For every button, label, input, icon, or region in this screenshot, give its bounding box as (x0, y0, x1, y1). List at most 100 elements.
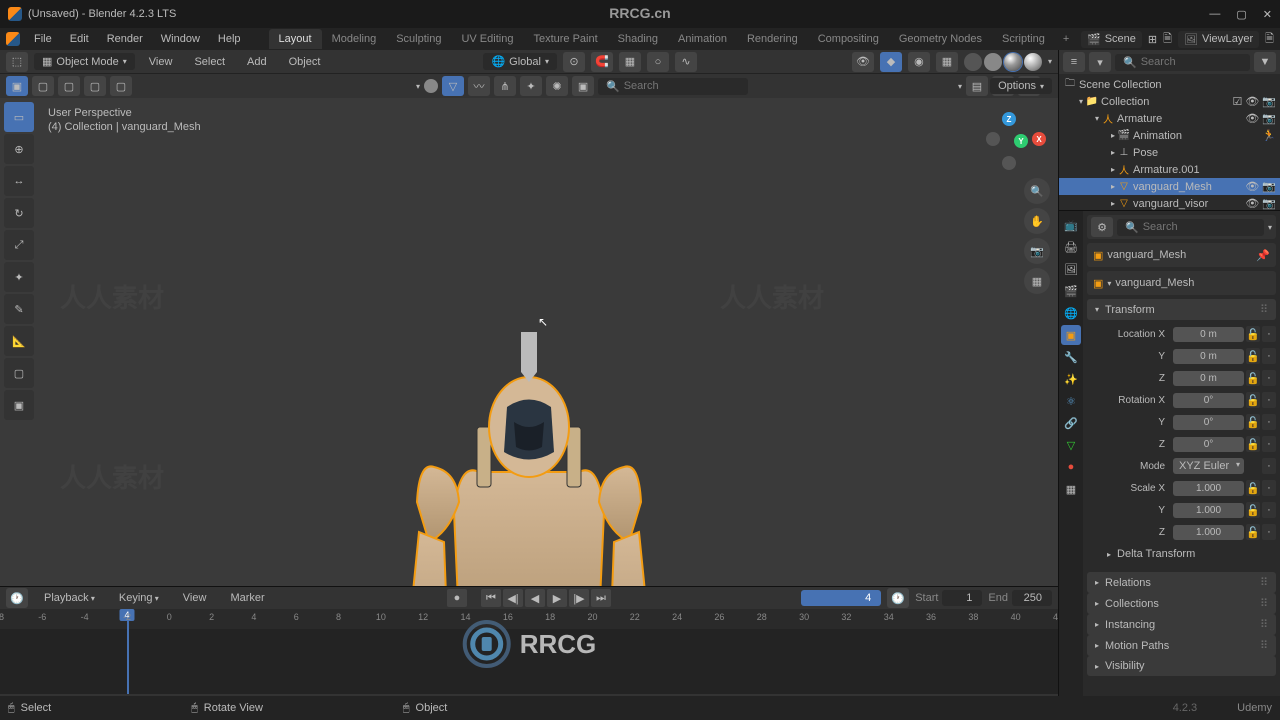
scale-x-field[interactable]: 1.000 (1173, 481, 1244, 496)
gizmo-y-axis[interactable]: Y (1014, 134, 1028, 148)
tool-scale[interactable]: ⤢ (4, 230, 34, 260)
lock-icon[interactable]: 🔓 (1246, 326, 1260, 342)
prop-tab-material[interactable]: ● (1061, 457, 1081, 477)
location-z-field[interactable]: 0 m (1173, 371, 1244, 386)
tree-collection[interactable]: ▾📁Collection☑👁📷 (1059, 93, 1280, 110)
autokey-icon[interactable]: ● (447, 589, 467, 607)
tree-pose[interactable]: ▸⊥Pose (1059, 144, 1280, 161)
overlay-toggle-icon[interactable]: ◉ (908, 52, 930, 72)
tool-add-cube[interactable]: ▢ (4, 358, 34, 388)
camera-view-icon[interactable]: 📷 (1024, 238, 1050, 264)
tree-armature[interactable]: ▾人Armature👁📷 (1059, 110, 1280, 127)
timeline-view[interactable]: View (175, 589, 215, 607)
jump-start-icon[interactable]: ⏮ (481, 589, 501, 607)
tab-texture-paint[interactable]: Texture Paint (523, 29, 607, 49)
prop-tab-scene[interactable]: 🎬 (1061, 281, 1081, 301)
prop-editor-icon[interactable]: ⚙ (1091, 217, 1113, 237)
tool-cursor[interactable]: ⊕ (4, 134, 34, 164)
tool-annotate[interactable]: ✎ (4, 294, 34, 324)
tree-vanguard-visor[interactable]: ▸▽vanguard_visor👁📷 (1059, 195, 1280, 210)
pan-icon[interactable]: ✋ (1024, 208, 1050, 234)
current-frame-field[interactable]: 4 (801, 590, 881, 606)
rendered-shading-icon[interactable] (1024, 53, 1042, 71)
eye-icon[interactable]: 👁 (1245, 95, 1259, 108)
play-reverse-icon[interactable]: ◀ (525, 589, 545, 607)
snap-icon[interactable]: 🧲 (591, 52, 613, 72)
viewport-menu-view[interactable]: View (141, 53, 181, 71)
section-delta-transform[interactable]: ▸Delta Transform (1087, 544, 1276, 564)
menu-edit[interactable]: Edit (62, 30, 97, 48)
snap-mode-icon[interactable]: ▦ (619, 52, 641, 72)
render-icon[interactable]: 📷 (1262, 197, 1276, 210)
section-transform[interactable]: ▾Transform⠿ (1087, 299, 1276, 320)
solid-shading-icon[interactable] (984, 53, 1002, 71)
prop-tab-physics[interactable]: ⚛ (1061, 391, 1081, 411)
rotation-y-field[interactable]: 0° (1173, 415, 1244, 430)
tab-scripting[interactable]: Scripting (992, 29, 1055, 49)
selbox-2-icon[interactable]: ▢ (32, 76, 54, 96)
tool-measure[interactable]: 📐 (4, 326, 34, 356)
filter-light-icon[interactable]: ✺ (546, 76, 568, 96)
section-collections[interactable]: ▸Collections⠿ (1087, 593, 1276, 614)
menu-file[interactable]: File (26, 30, 60, 48)
tree-scene-collection[interactable]: 🗀Scene Collection (1059, 76, 1280, 93)
3d-viewport[interactable]: User Perspective (4) Collection | vangua… (0, 98, 1058, 586)
viewport-menu-select[interactable]: Select (186, 53, 233, 71)
location-y-field[interactable]: 0 m (1173, 349, 1244, 364)
orientation-selector[interactable]: 🌐Global▾ (483, 53, 557, 70)
tab-geometry-nodes[interactable]: Geometry Nodes (889, 29, 992, 49)
zoom-icon[interactable]: 🔍 (1024, 178, 1050, 204)
viewport-menu-object[interactable]: Object (281, 53, 329, 71)
outliner-search[interactable]: 🔍 (1115, 54, 1250, 71)
filter-armature-icon[interactable]: ⋔ (494, 76, 516, 96)
eye-icon[interactable]: 👁 (1245, 180, 1259, 193)
filter-empty-icon[interactable]: ✦ (520, 76, 542, 96)
new-scene-icon[interactable]: 🗎 (1163, 30, 1172, 49)
tab-animation[interactable]: Animation (668, 29, 737, 49)
pivot-icon[interactable]: ⊙ (563, 52, 585, 72)
tab-compositing[interactable]: Compositing (808, 29, 889, 49)
scale-y-field[interactable]: 1.000 (1173, 503, 1244, 518)
gizmo-neg-x[interactable] (986, 132, 1000, 146)
tree-armature001[interactable]: ▸人Armature.001 (1059, 161, 1280, 178)
tree-animation[interactable]: ▸🎬Animation🏃 (1059, 127, 1280, 144)
perspective-icon[interactable]: ▦ (1024, 268, 1050, 294)
maximize-button[interactable]: ▢ (1236, 8, 1246, 21)
tab-rendering[interactable]: Rendering (737, 29, 808, 49)
section-relations[interactable]: ▸Relations⠿ (1087, 572, 1276, 593)
character-mesh[interactable] (359, 332, 699, 586)
viewport-menu-add[interactable]: Add (239, 53, 275, 71)
collection-checkbox-icon[interactable]: ☑ (1232, 95, 1242, 108)
selbox-5-icon[interactable]: ▢ (110, 76, 132, 96)
prop-tab-viewlayer[interactable]: 🖼 (1061, 259, 1081, 279)
proportional-icon[interactable]: ○ (647, 52, 669, 72)
gizmo-neg-z[interactable] (1002, 156, 1016, 170)
selbox-1-icon[interactable]: ▣ (6, 76, 28, 96)
filter-mesh-icon[interactable]: ▽ (442, 76, 464, 96)
new-viewlayer-icon[interactable]: 🗎 (1265, 30, 1274, 49)
preview-range-icon[interactable]: 🕐 (887, 588, 909, 608)
prop-tab-particles[interactable]: ✨ (1061, 369, 1081, 389)
mode-selector[interactable]: ▦Object Mode▾ (34, 53, 135, 70)
rotation-mode-field[interactable]: XYZ Euler ▾ (1173, 458, 1244, 474)
options-dropdown[interactable]: Options▾ (990, 78, 1052, 94)
tool-rotate[interactable]: ↻ (4, 198, 34, 228)
gizmo-toggle-icon[interactable]: ◆ (880, 52, 902, 72)
gizmo-z-axis[interactable]: Z (1002, 112, 1016, 126)
render-icon[interactable]: 📷 (1262, 95, 1276, 108)
prev-key-icon[interactable]: ◀| (503, 589, 523, 607)
play-icon[interactable]: ▶ (547, 589, 567, 607)
start-frame-field[interactable]: Start1 (915, 590, 982, 606)
viewlayer-selector[interactable]: 🖼ViewLayer (1178, 31, 1259, 48)
properties-search[interactable]: 🔍 (1117, 219, 1264, 236)
section-instancing[interactable]: ▸Instancing⠿ (1087, 614, 1276, 635)
tab-uv-editing[interactable]: UV Editing (451, 29, 523, 49)
end-frame-field[interactable]: End250 (988, 590, 1052, 606)
scale-z-field[interactable]: 1.000 (1173, 525, 1244, 540)
timeline-marker[interactable]: Marker (222, 589, 272, 607)
menu-window[interactable]: Window (153, 30, 208, 48)
filter-camera-icon[interactable]: ▣ (572, 76, 594, 96)
rotation-z-field[interactable]: 0° (1173, 437, 1244, 452)
prop-tab-object[interactable]: ▣ (1061, 325, 1081, 345)
outliner-search-input[interactable] (1141, 56, 1242, 68)
